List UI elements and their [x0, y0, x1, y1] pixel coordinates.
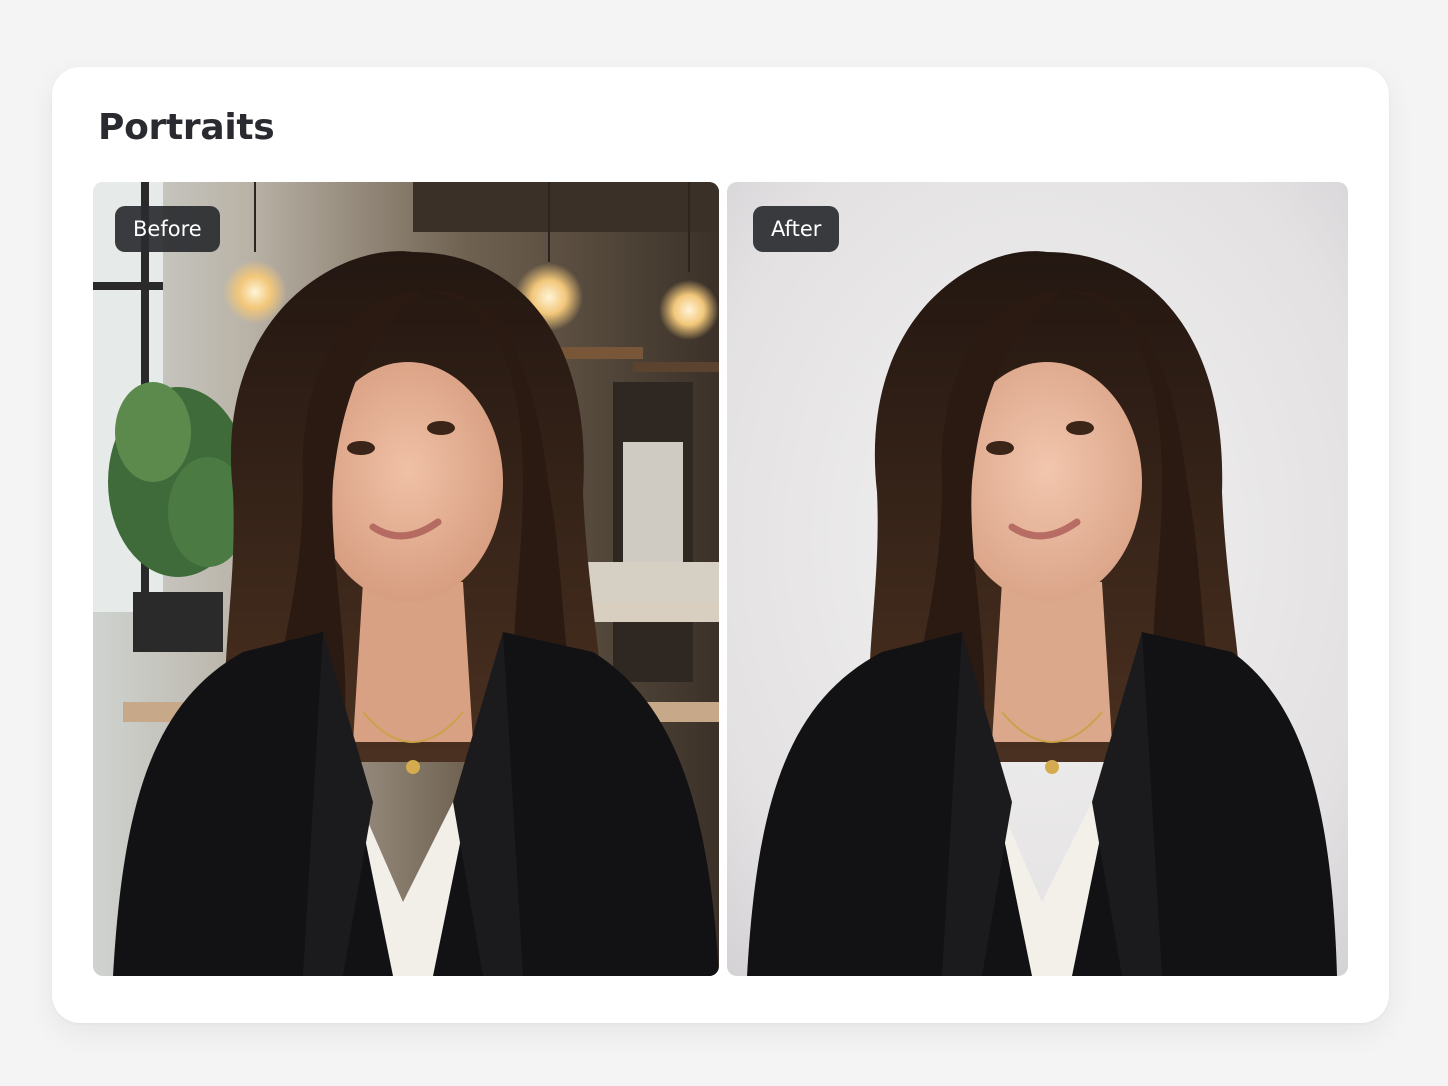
- after-image-panel[interactable]: After: [727, 182, 1348, 976]
- page-title: Portraits: [98, 107, 275, 148]
- after-portrait-image: [727, 182, 1348, 976]
- before-badge: Before: [115, 206, 220, 252]
- portraits-card: Portraits Before After: [52, 67, 1389, 1023]
- after-badge: After: [753, 206, 840, 252]
- before-image-panel[interactable]: Before: [93, 182, 719, 976]
- before-portrait-image: [93, 182, 719, 976]
